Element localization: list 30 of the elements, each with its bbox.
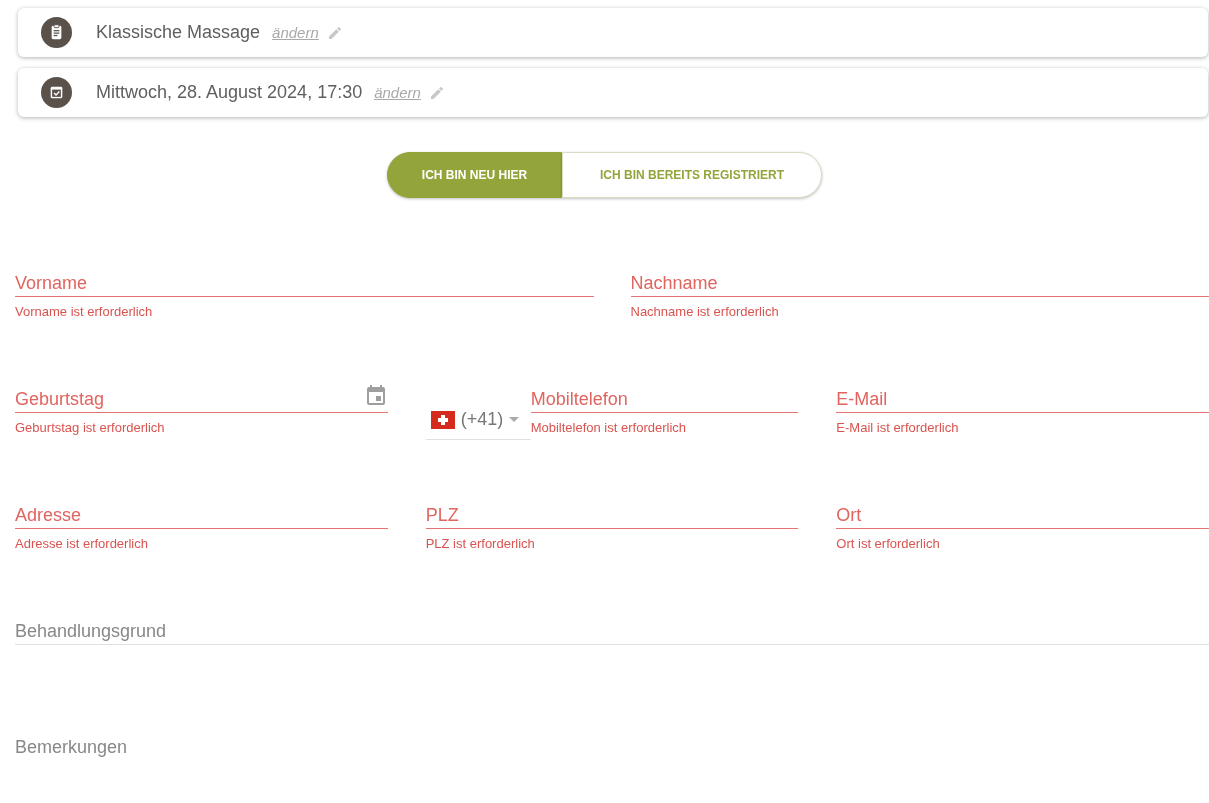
input-field[interactable]: Ort <box>836 498 1209 529</box>
swiss-flag-icon <box>430 410 455 429</box>
input-field[interactable]: E-Mail <box>836 382 1209 413</box>
country-select[interactable]: (+41) <box>425 382 531 440</box>
toggle-option[interactable]: ICH BIN NEU HIER <box>387 152 562 198</box>
pencil-icon[interactable] <box>428 84 445 101</box>
calendar-check-icon <box>41 77 72 108</box>
error-message: Ort ist erforderlich <box>836 536 941 551</box>
input-field[interactable]: Nachname <box>630 266 1209 297</box>
pencil-icon[interactable] <box>326 24 343 41</box>
input-field[interactable]: Adresse <box>15 498 388 529</box>
input-field[interactable]: Geburtstag <box>15 382 364 412</box>
toggle-option[interactable]: ICH BIN BEREITS REGISTRIERT <box>562 152 822 198</box>
textarea-field[interactable]: Bemerkungen <box>15 730 1209 761</box>
change-link[interactable]: ändern <box>272 24 319 41</box>
input-field[interactable]: PLZ <box>425 498 799 529</box>
clipboard-icon <box>41 17 72 48</box>
input-field[interactable]: Vorname <box>15 266 594 297</box>
error-message: Nachname ist erforderlich <box>630 304 780 319</box>
summary-text: Mittwoch, 28. August 2024, 17:30 <box>96 82 363 103</box>
error-message: Adresse ist erforderlich <box>15 536 149 551</box>
summary-text: Klassische Massage <box>96 22 261 43</box>
error-message: PLZ ist erforderlich <box>425 536 536 551</box>
change-link[interactable]: ändern <box>374 84 421 101</box>
caret-icon <box>509 417 520 422</box>
error-message: Geburtstag ist erforderlich <box>15 420 166 435</box>
error-message: Vorname ist erforderlich <box>15 304 154 319</box>
input-field[interactable]: Mobiltelefon <box>530 382 799 413</box>
error-message: E-Mail ist erforderlich <box>836 420 960 435</box>
error-message: Mobiltelefon ist erforderlich <box>530 420 687 435</box>
